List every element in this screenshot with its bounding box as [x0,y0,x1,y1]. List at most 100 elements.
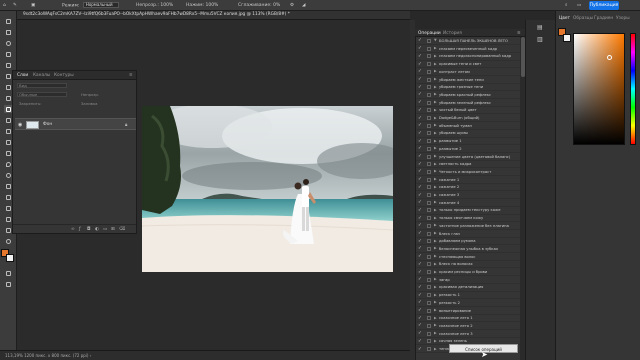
eye-icon[interactable]: ◉ [18,122,22,128]
chevron-right-icon[interactable]: ▶ [434,254,437,258]
dialog-toggle[interactable] [427,162,431,167]
move-tool-icon[interactable] [4,17,13,25]
workspace-icon[interactable]: ▭ [577,2,581,9]
action-item[interactable]: ✓ ▶ светлость кадра [416,161,520,169]
chevron-right-icon[interactable]: ▶ [434,139,437,143]
chevron-right-icon[interactable]: ▶ [434,347,437,351]
check-icon[interactable]: ✓ [418,262,422,267]
trash-icon[interactable]: ⌫ [119,227,125,232]
tab-swatches[interactable]: Образцы [573,16,593,21]
check-icon[interactable]: ✓ [418,77,422,82]
action-item[interactable]: ✓ ▶ сажатие 2 [416,184,520,192]
dialog-toggle[interactable] [427,308,431,313]
link-icon[interactable]: ∞ [71,227,75,232]
check-icon[interactable]: ✓ [418,46,422,51]
check-icon[interactable]: ✓ [418,169,422,174]
chevron-right-icon[interactable]: ▶ [434,208,437,212]
check-icon[interactable]: ✓ [418,177,422,182]
check-icon[interactable]: ✓ [418,92,422,97]
check-icon[interactable]: ✓ [418,339,422,344]
dialog-toggle[interactable] [427,77,431,82]
background-color-swatch[interactable] [6,254,14,262]
color-picker-handle[interactable] [607,55,612,60]
dialog-toggle[interactable] [427,100,431,105]
dialog-toggle[interactable] [427,108,431,113]
check-icon[interactable]: ✓ [418,300,422,305]
action-item[interactable]: ✓ ▶ спасаем пересвеченный кадр [416,45,520,53]
check-icon[interactable]: ✓ [418,85,422,90]
chevron-right-icon[interactable]: ▶ [434,300,437,304]
tab-channels[interactable]: Каналы [33,73,50,78]
flow-value[interactable]: 100% [205,3,218,8]
check-icon[interactable]: ✓ [418,154,422,159]
dialog-toggle[interactable] [427,331,431,336]
dialog-toggle[interactable] [427,262,431,267]
check-icon[interactable]: ✓ [418,100,422,105]
home-icon[interactable]: ⌂ [3,2,6,9]
dialog-toggle[interactable] [427,347,431,351]
check-icon[interactable]: ✓ [418,223,422,228]
action-item[interactable]: ✓ ▶ убираем шумы [416,130,520,138]
chevron-right-icon[interactable]: ▶ [434,277,437,281]
panel-menu-icon[interactable]: ≡ [129,73,133,78]
check-icon[interactable]: ✓ [418,193,422,198]
chevron-right-icon[interactable]: ▶ [434,339,437,343]
action-item[interactable]: ✓ ▶ красивая детализация [416,284,520,292]
chevron-right-icon[interactable]: ▶ [434,169,437,173]
action-item[interactable]: ✓ ▶ красивые тени и свет [416,61,520,69]
dialog-toggle[interactable] [427,193,431,197]
action-item[interactable]: ✓ ▶ Четкость и микроконтраст [416,168,520,177]
dialog-toggle[interactable] [427,69,431,74]
chevron-right-icon[interactable]: ▶ [434,270,437,274]
tab-paths[interactable]: Контуры [54,73,74,78]
action-item[interactable]: ✓ ▶ белоснежная улыбка в зубках [416,245,520,254]
chevron-right-icon[interactable]: ▶ [434,193,437,197]
mode-dropdown[interactable]: Нормальный [82,2,119,8]
check-icon[interactable]: ✓ [418,116,422,121]
action-item[interactable]: ✓ ▶ блеск на волосах [416,261,520,269]
screen-mode-icon[interactable] [4,280,13,288]
crop-tool-icon[interactable] [4,61,13,69]
check-icon[interactable]: ✓ [418,239,422,244]
publish-button[interactable]: Публикация [589,1,619,10]
check-icon[interactable]: ✓ [418,131,422,136]
action-item[interactable]: ✓ ▶ только смягчаем кожу [416,215,520,223]
panel-menu-icon[interactable]: ≡ [517,31,521,36]
chevron-right-icon[interactable]: ▶ [434,77,437,81]
dialog-toggle[interactable] [427,316,431,321]
quick-select-tool-icon[interactable] [4,50,13,58]
check-icon[interactable]: ✓ [418,270,422,275]
action-item[interactable]: ✓ ▶ улучшение цвета (цветовой баланс) [416,153,520,161]
action-item[interactable]: ✓ ▶ сказочное лето 3 [416,330,520,338]
dialog-toggle[interactable] [427,323,431,328]
chevron-right-icon[interactable]: ▶ [434,62,437,66]
dialog-toggle[interactable] [427,46,431,51]
lock-row[interactable]: Закрепить: Заливка [17,100,133,107]
check-icon[interactable]: ✓ [418,331,422,336]
check-icon[interactable]: ✓ [418,216,422,221]
action-item[interactable]: ✓ ▶ убираем красный рефлекс [416,91,520,100]
action-item[interactable]: ✓ ▶ сажатие 3 [416,192,520,200]
chevron-down-icon[interactable]: ▼ [434,38,437,42]
smoothing-value[interactable]: 0% [273,3,280,8]
properties-icon[interactable]: ▤ [537,24,543,31]
folder-icon[interactable]: ▭ [103,227,107,232]
chevron-right-icon[interactable]: ▶ [434,200,437,204]
action-item[interactable]: ✓ ▶ Dodge&Burn (общий) [416,115,520,123]
dialog-toggle[interactable] [427,85,431,90]
check-icon[interactable]: ✓ [418,293,422,298]
chevron-right-icon[interactable]: ▶ [434,285,437,289]
dialog-toggle[interactable] [427,246,431,251]
document-tab[interactable]: 9sdt2c3oWAqFsC2mKA7ZV--lzi9tfQ6b3FuaPO--… [17,11,410,20]
check-icon[interactable]: ✓ [418,285,422,290]
action-item[interactable]: ✓ ▶ красим ресницы и брови [416,269,520,277]
color-background-swatch[interactable] [563,34,571,42]
fx-icon[interactable]: ƒ [79,227,81,232]
dialog-toggle[interactable] [427,223,431,228]
check-icon[interactable]: ✓ [418,54,422,59]
action-item[interactable]: ✓ ▶ резкость 2 [416,299,520,307]
check-icon[interactable]: ✓ [418,308,422,313]
action-item[interactable]: ✓ ▶ сказочное лето 2 [416,322,520,331]
dialog-toggle[interactable] [427,131,431,136]
tab-actions[interactable]: Операции [418,31,441,36]
